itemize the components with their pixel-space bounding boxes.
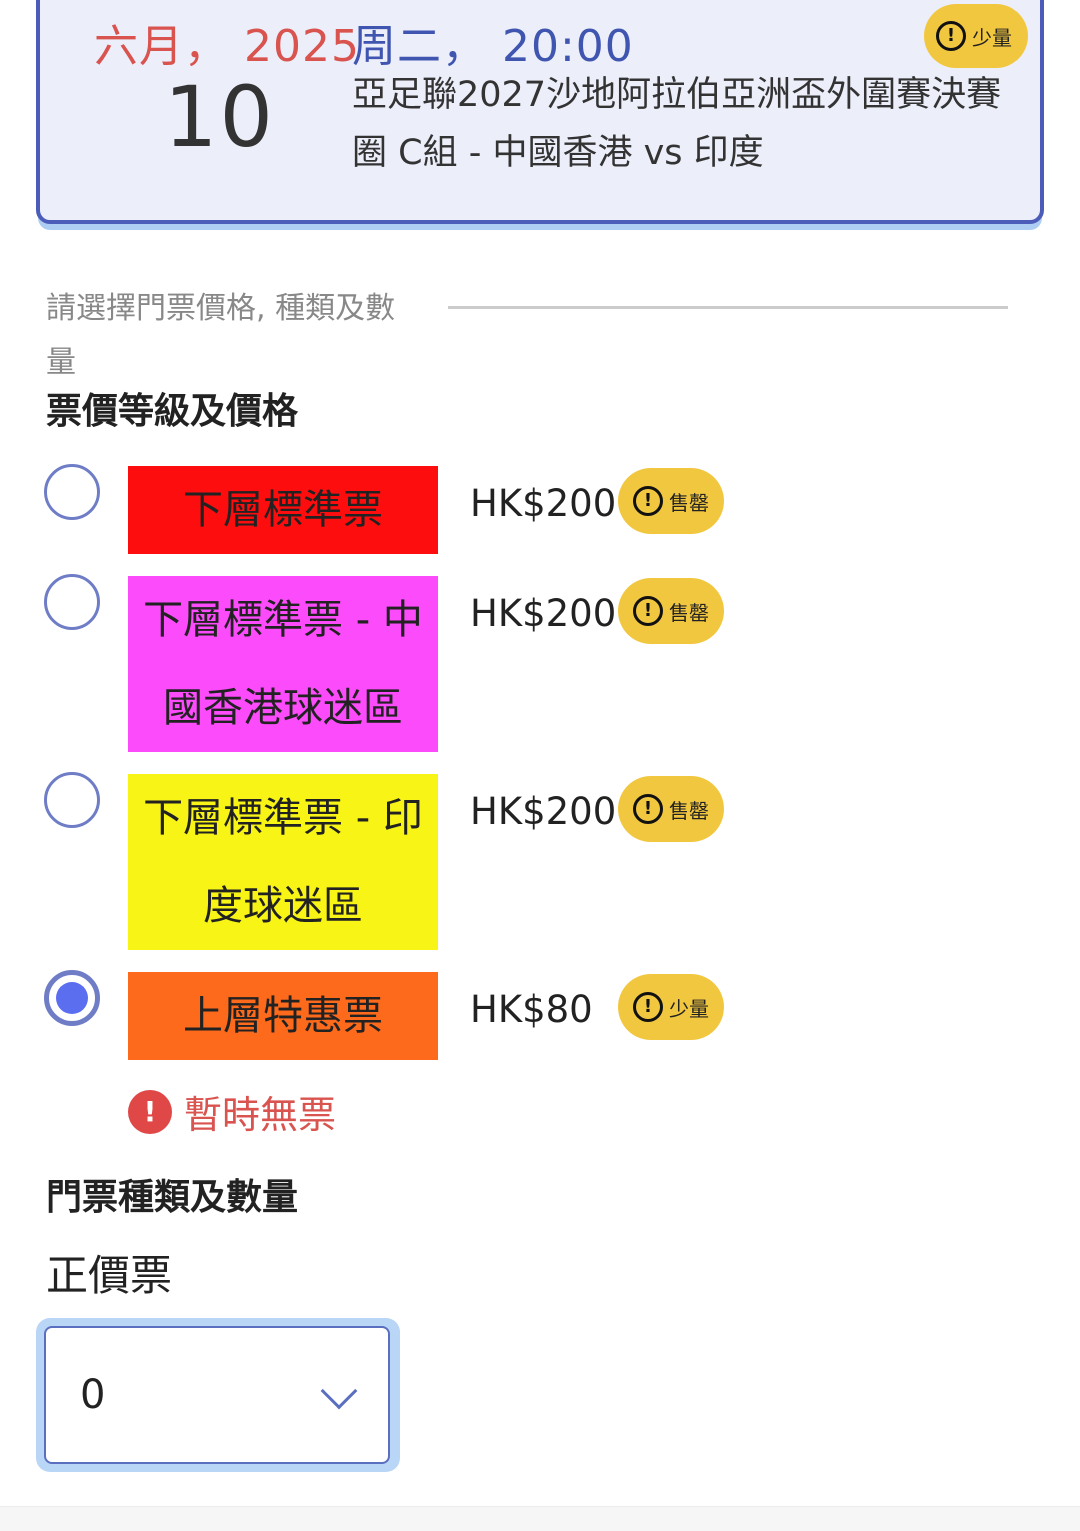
tier-radio-lower-standard[interactable] bbox=[44, 464, 100, 520]
status-badge-label: 少量 bbox=[669, 996, 709, 1021]
event-weekday-time: 周二， 20:00 bbox=[352, 21, 634, 72]
alert-icon: ! bbox=[128, 1089, 172, 1134]
tier-price: HK$200 bbox=[470, 482, 617, 525]
tier-radio-upper-special[interactable] bbox=[44, 970, 100, 1026]
status-badge: ! 售罄 bbox=[618, 468, 724, 534]
quantity-select-focus-ring: 0 bbox=[36, 1318, 400, 1472]
event-title: 亞足聯2027沙地阿拉伯亞洲盃外圍賽決賽圈 C組 - 中國香港 vs 印度 bbox=[352, 75, 1002, 173]
tier-price: HK$80 bbox=[470, 988, 593, 1031]
no-tickets-notice: ! 暫時無票 bbox=[128, 1084, 336, 1139]
divider bbox=[448, 306, 1008, 309]
tier-label-lower-standard[interactable]: 下層標準票 bbox=[128, 466, 438, 554]
warning-icon: ! bbox=[633, 596, 663, 626]
tier-radio-india-fan-zone[interactable] bbox=[44, 772, 100, 828]
status-badge-label: 售罄 bbox=[669, 600, 709, 625]
tier-label-upper-special[interactable]: 上層特惠票 bbox=[128, 972, 438, 1060]
tier-label-india-fan-zone[interactable]: 下層標準票 - 印度球迷區 bbox=[128, 774, 438, 950]
status-badge: ! 售罄 bbox=[618, 578, 724, 644]
tier-label-hk-fan-zone[interactable]: 下層標準票 - 中國香港球迷區 bbox=[128, 576, 438, 752]
ticket-type-label: 正價票 bbox=[46, 1251, 173, 1300]
quantity-section-heading: 門票種類及數量 bbox=[46, 1177, 299, 1218]
status-badge: ! 少量 bbox=[618, 974, 724, 1040]
availability-badge-label: 少量 bbox=[972, 25, 1012, 50]
warning-icon: ! bbox=[633, 794, 663, 824]
tier-radio-hk-fan-zone[interactable] bbox=[44, 574, 100, 630]
price-section-heading: 票價等級及價格 bbox=[46, 391, 299, 432]
event-card: 六月， 2025 周二， 20:00 10 亞足聯2027沙地阿拉伯亞洲盃外圍賽… bbox=[36, 0, 1044, 224]
chevron-down-icon bbox=[320, 1372, 358, 1410]
no-tickets-text: 暫時無票 bbox=[184, 1093, 337, 1137]
quantity-select-value: 0 bbox=[80, 1372, 106, 1418]
event-month-year: 六月， 2025 bbox=[94, 21, 360, 72]
availability-badge: ! 少量 bbox=[924, 4, 1028, 68]
status-badge-label: 售罄 bbox=[669, 798, 709, 823]
bottom-bar bbox=[0, 1506, 1080, 1531]
event-day: 10 bbox=[164, 68, 275, 166]
selection-prompt: 請選擇門票價格, 種類及數量 bbox=[46, 291, 396, 380]
quantity-select[interactable]: 0 bbox=[44, 1326, 390, 1464]
tier-price: HK$200 bbox=[470, 592, 617, 635]
warning-icon: ! bbox=[633, 992, 663, 1022]
warning-icon: ! bbox=[936, 21, 966, 51]
warning-icon: ! bbox=[633, 486, 663, 516]
tier-price: HK$200 bbox=[470, 790, 617, 833]
status-badge-label: 售罄 bbox=[669, 490, 709, 515]
status-badge: ! 售罄 bbox=[618, 776, 724, 842]
